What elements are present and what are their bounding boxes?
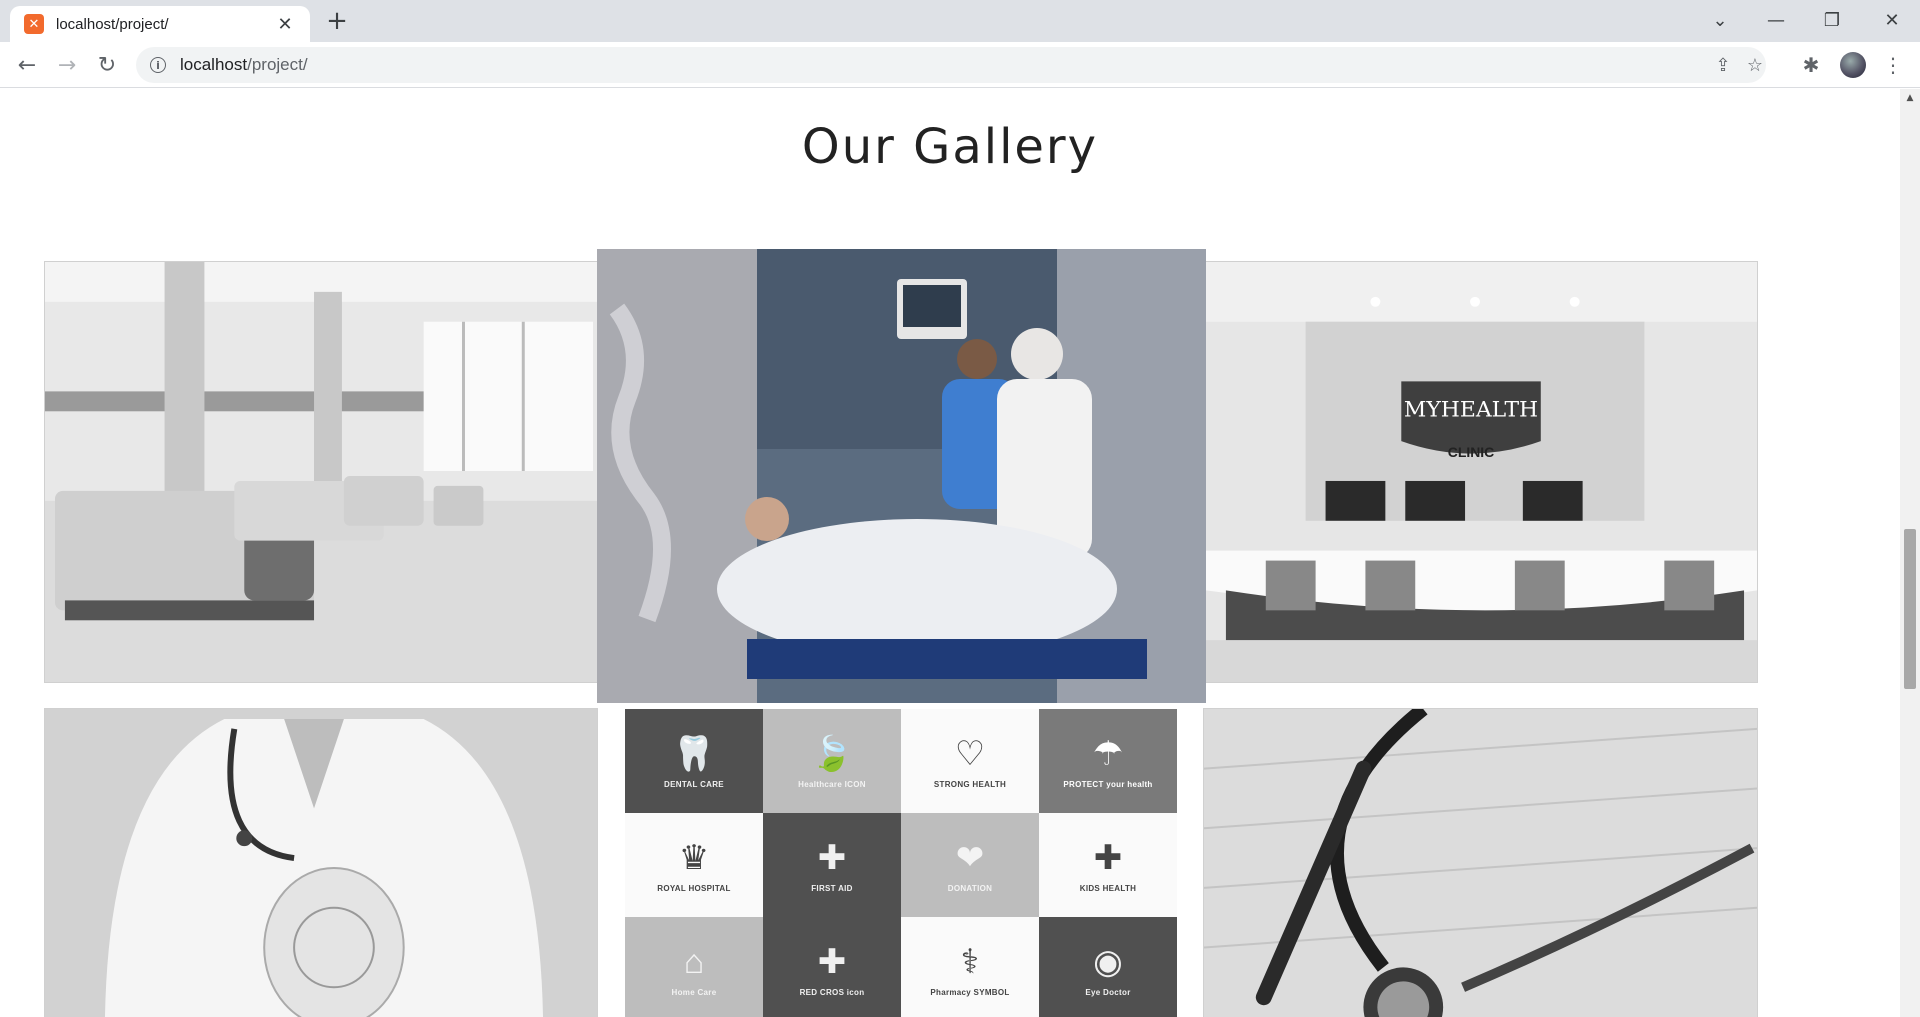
hospital-ward-illustration [45,262,597,682]
tab-title: localhost/project/ [56,15,169,33]
window-close-button[interactable]: ✕ [1864,0,1920,40]
leaf-cross-icon: 🍃 [810,734,854,773]
gallery-image-hospital-ward[interactable] [44,261,598,683]
gallery-image-doctor-heart[interactable] [44,708,598,1017]
clinic-reception-illustration: MYHEALTH CLINIC [1206,262,1757,682]
gallery-image-clinic-reception[interactable]: MYHEALTH CLINIC [1205,261,1758,683]
medical-cross-icon: ✚ [817,838,847,877]
page-scrollbar[interactable]: ▲ [1900,89,1920,1017]
tab-search-chevron-icon[interactable]: ⌄ [1692,0,1748,40]
back-arrow-icon[interactable]: ← [12,50,42,80]
minimize-button[interactable]: — [1748,0,1804,40]
clinic-sign-myhealth: MYHEALTH [1404,397,1538,422]
bookmark-star-icon[interactable]: ☆ [1740,47,1770,83]
logo-cell: ◉ Eye Doctor [1039,917,1177,1017]
page-viewport: Our Gallery MYHEALTH CLINIC 🦷 DENTAL CAR… [0,89,1900,1017]
umbrella-icon: ☂ [1092,734,1124,773]
eye-icon: ◉ [1093,942,1123,981]
gallery-image-medical-logos[interactable]: 🦷 DENTAL CARE 🍃 Healthcare ICON ♡ STRONG… [625,709,1177,1017]
address-bar[interactable]: i localhost/project/ ⇪ ☆ [136,47,1766,83]
extensions-puzzle-icon[interactable]: ✱ [1796,50,1826,80]
url-text: localhost/project/ [180,55,308,74]
forward-arrow-icon[interactable]: → [52,50,82,80]
gallery-image-stethoscope[interactable] [1203,708,1758,1017]
profile-avatar[interactable] [1838,50,1868,80]
kids-cross-icon: ✚ [1093,838,1123,877]
logo-cell: 🦷 DENTAL CARE [625,709,763,813]
crown-icon: ♛ [678,838,710,877]
new-tab-button[interactable]: + [322,8,352,36]
gallery-title: Our Gallery [801,119,1099,175]
tab-close-icon[interactable]: ✕ [274,14,296,35]
xampp-favicon-icon: ✕ [24,14,44,34]
heartbeat-icon: ♡ [954,734,986,773]
logo-cell: ⚕ Pharmacy SYMBOL [901,917,1039,1017]
site-info-icon[interactable]: i [150,57,166,73]
logo-cell: ☂ PROTECT your health [1039,709,1177,813]
hand-heart-icon: ❤ [955,838,985,877]
logo-cell: ❤ DONATION [901,813,1039,917]
logo-cell: ✚ FIRST AID [763,813,901,917]
home-icon: ⌂ [683,942,705,981]
browser-toolbar: ← → ↻ i localhost/project/ ⇪ ☆ ✱ ⋮ [0,42,1920,88]
doctor-heart-illustration [45,709,597,1017]
browser-tabstrip: ✕ localhost/project/ ✕ + ⌄ — ❐ ✕ [0,0,1920,42]
logo-cell: 🍃 Healthcare ICON [763,709,901,813]
restore-button[interactable]: ❐ [1804,0,1860,40]
share-icon[interactable]: ⇪ [1708,47,1738,83]
caduceus-icon: ⚕ [960,942,980,981]
browser-menu-icon[interactable]: ⋮ [1878,50,1908,80]
browser-tab[interactable]: ✕ localhost/project/ ✕ [10,6,310,42]
gallery-image-doctors-patient[interactable] [597,249,1206,703]
logo-cell: ♡ STRONG HEALTH [901,709,1039,813]
stethoscope-illustration [1204,709,1757,1017]
clinic-sign-clinic: CLINIC [1448,444,1494,460]
reload-icon[interactable]: ↻ [92,50,122,80]
doctors-patient-illustration [597,249,1206,703]
logo-cell: ✚ KIDS HEALTH [1039,813,1177,917]
logo-cell: ♛ ROYAL HOSPITAL [625,813,763,917]
avatar [1840,52,1866,78]
scroll-up-arrow-icon[interactable]: ▲ [1900,89,1920,107]
logo-cell: ⌂ Home Care [625,917,763,1017]
logo-cell: ✚ RED CROS icon [763,917,901,1017]
tooth-icon: 🦷 [672,734,716,773]
scrollbar-thumb[interactable] [1904,529,1916,689]
red-cross-icon: ✚ [817,942,847,981]
